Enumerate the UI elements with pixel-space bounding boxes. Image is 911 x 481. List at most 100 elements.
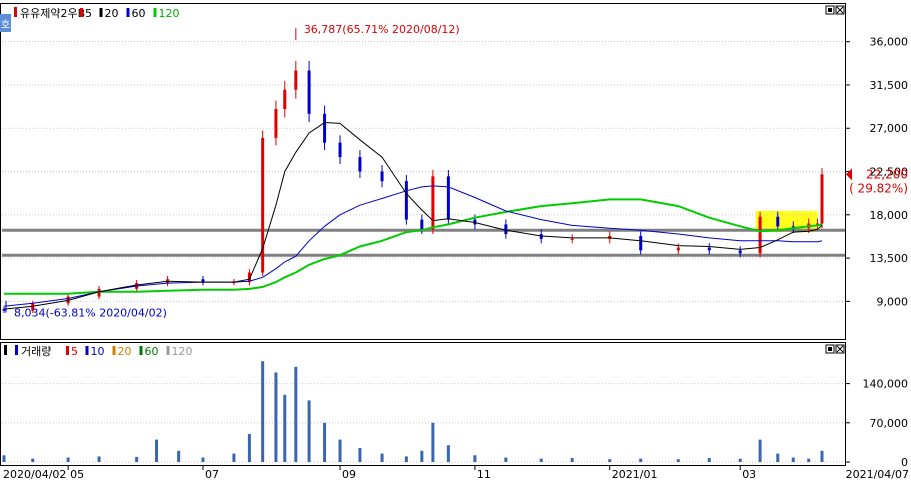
volume-bar	[639, 458, 643, 462]
last-price-pointer	[846, 168, 852, 181]
price-candle-body	[307, 70, 311, 114]
x-axis-tick-label: 05	[70, 468, 84, 481]
volume-ma-legend-label: 20	[118, 345, 132, 358]
volume-ma-legend-marker	[66, 346, 69, 355]
volume-bar	[404, 456, 408, 462]
volume-bar	[570, 458, 574, 462]
price-y-tick-label: 27,000	[870, 122, 909, 135]
price-ma-legend-label: 120	[159, 7, 180, 20]
price-ma-legend-label: 60	[132, 7, 146, 20]
price-candle-body	[294, 70, 298, 90]
price-ma-legend-label: 5	[85, 7, 92, 20]
price-legend-name: 유유제약2우B	[20, 6, 85, 20]
volume-bar	[261, 361, 265, 462]
last-price-change: ( 29.82%)	[849, 181, 908, 195]
volume-bar	[97, 456, 101, 462]
x-axis-tick-label: 11	[477, 468, 491, 481]
volume-bar	[323, 422, 327, 462]
volume-bar	[232, 453, 236, 462]
volume-bar	[294, 366, 298, 462]
x-axis-start-label: 2020/04/02	[3, 468, 66, 481]
volume-bar	[539, 458, 543, 462]
volume-ma-legend-marker	[139, 346, 143, 355]
volume-bar	[283, 394, 287, 462]
volume-bar	[135, 456, 139, 462]
price-ma-legend-marker	[126, 8, 130, 17]
price-ma-legend-label: 20	[105, 7, 119, 20]
volume-panel-frame	[0, 342, 846, 466]
volume-bar	[307, 400, 311, 462]
price-candle-body	[820, 174, 824, 224]
volume-bar	[707, 458, 711, 462]
price-candle-body	[338, 142, 342, 158]
price-y-tick-label: 31,500	[870, 79, 909, 92]
price-candle-body	[420, 219, 424, 230]
price-candle-body	[446, 176, 450, 220]
price-candle-body	[707, 247, 711, 251]
price-candle-body	[570, 238, 574, 240]
price-ma-legend-marker	[99, 8, 103, 17]
volume-bar	[338, 439, 342, 462]
price-candle-body	[404, 181, 408, 220]
volume-legend-marker-2	[15, 345, 18, 355]
price-ma-legend-marker	[153, 8, 157, 17]
x-axis-tick-label: 07	[205, 468, 219, 481]
volume-ma-legend-label: 5	[71, 345, 78, 358]
volume-ma-legend-label: 120	[172, 345, 193, 358]
x-axis-ticks: 05 07 09 11 2021/01 03	[67, 466, 756, 481]
volume-y-tick-label: 140,000	[863, 378, 909, 391]
volume-bar	[66, 457, 70, 462]
price-candle-body	[639, 235, 643, 251]
x-axis-tick-label: 09	[342, 468, 356, 481]
volume-bar	[247, 434, 251, 462]
volume-bar	[201, 457, 205, 462]
volume-bar	[820, 450, 824, 462]
volume-bar	[2, 455, 6, 462]
volume-bar	[738, 458, 742, 462]
volume-ma-legend-marker	[166, 346, 170, 355]
price-y-tick-label: 18,000	[870, 209, 909, 222]
volume-ma-legend-label: 10	[91, 345, 105, 358]
price-y-tick-label: 9,000	[877, 295, 909, 308]
volume-ma-legend-marker	[112, 346, 116, 355]
volume-bar	[791, 457, 795, 462]
x-axis-tick-label: 2021/01	[612, 468, 658, 481]
volume-legend-marker	[4, 345, 7, 355]
price-ma-legend-marker	[80, 8, 83, 17]
price-candle-body	[323, 113, 327, 143]
last-price-marker: 22,200 ( 29.82%)	[846, 167, 908, 195]
volume-bar	[608, 459, 612, 462]
price-candle-body	[676, 247, 680, 251]
volume-legend-name: 거래량	[21, 345, 51, 358]
price-candle-body	[274, 108, 278, 138]
price-legend-marker	[14, 7, 17, 17]
x-axis-tick-label: 03	[742, 468, 756, 481]
price-candle-body	[261, 137, 265, 273]
price-candle-body	[776, 216, 780, 227]
volume-y-axis: 070,000140,000	[845, 378, 908, 469]
x-axis: 2020/04/02 2021/04/07 05 07 09 11 2021/01 03	[3, 466, 909, 481]
stock-chart: 호 유유제약2우B 5 20 60 120 거래량 5 10 20 60 120 9,000 1…	[0, 3, 909, 481]
price-candle-body	[738, 250, 742, 254]
price-candle-body	[504, 224, 508, 235]
last-price-value: 22,200	[866, 167, 908, 181]
low-annotation-text: 8,034(-63.81% 2020/04/02)	[14, 307, 167, 320]
volume-bar	[420, 450, 424, 462]
volume-bar	[380, 453, 384, 462]
volume-minimize-icon-inner	[828, 347, 832, 351]
volume-ma-legend-marker	[85, 346, 89, 355]
minimize-icon-inner	[828, 8, 832, 12]
volume-ma-legend-label: 60	[145, 345, 159, 358]
price-y-tick-label: 36,000	[870, 36, 909, 49]
volume-bar	[31, 458, 35, 462]
price-candle-body	[380, 171, 384, 182]
volume-bar	[676, 459, 680, 462]
x-axis-end-label: 2021/04/07	[846, 468, 909, 481]
side-tab-label: 호	[1, 19, 10, 31]
volume-bar	[473, 455, 477, 462]
volume-bar	[431, 422, 435, 462]
volume-bar	[446, 445, 450, 462]
volume-bar	[155, 439, 159, 462]
volume-bar	[504, 457, 508, 462]
price-y-tick-label: 13,500	[870, 252, 909, 265]
